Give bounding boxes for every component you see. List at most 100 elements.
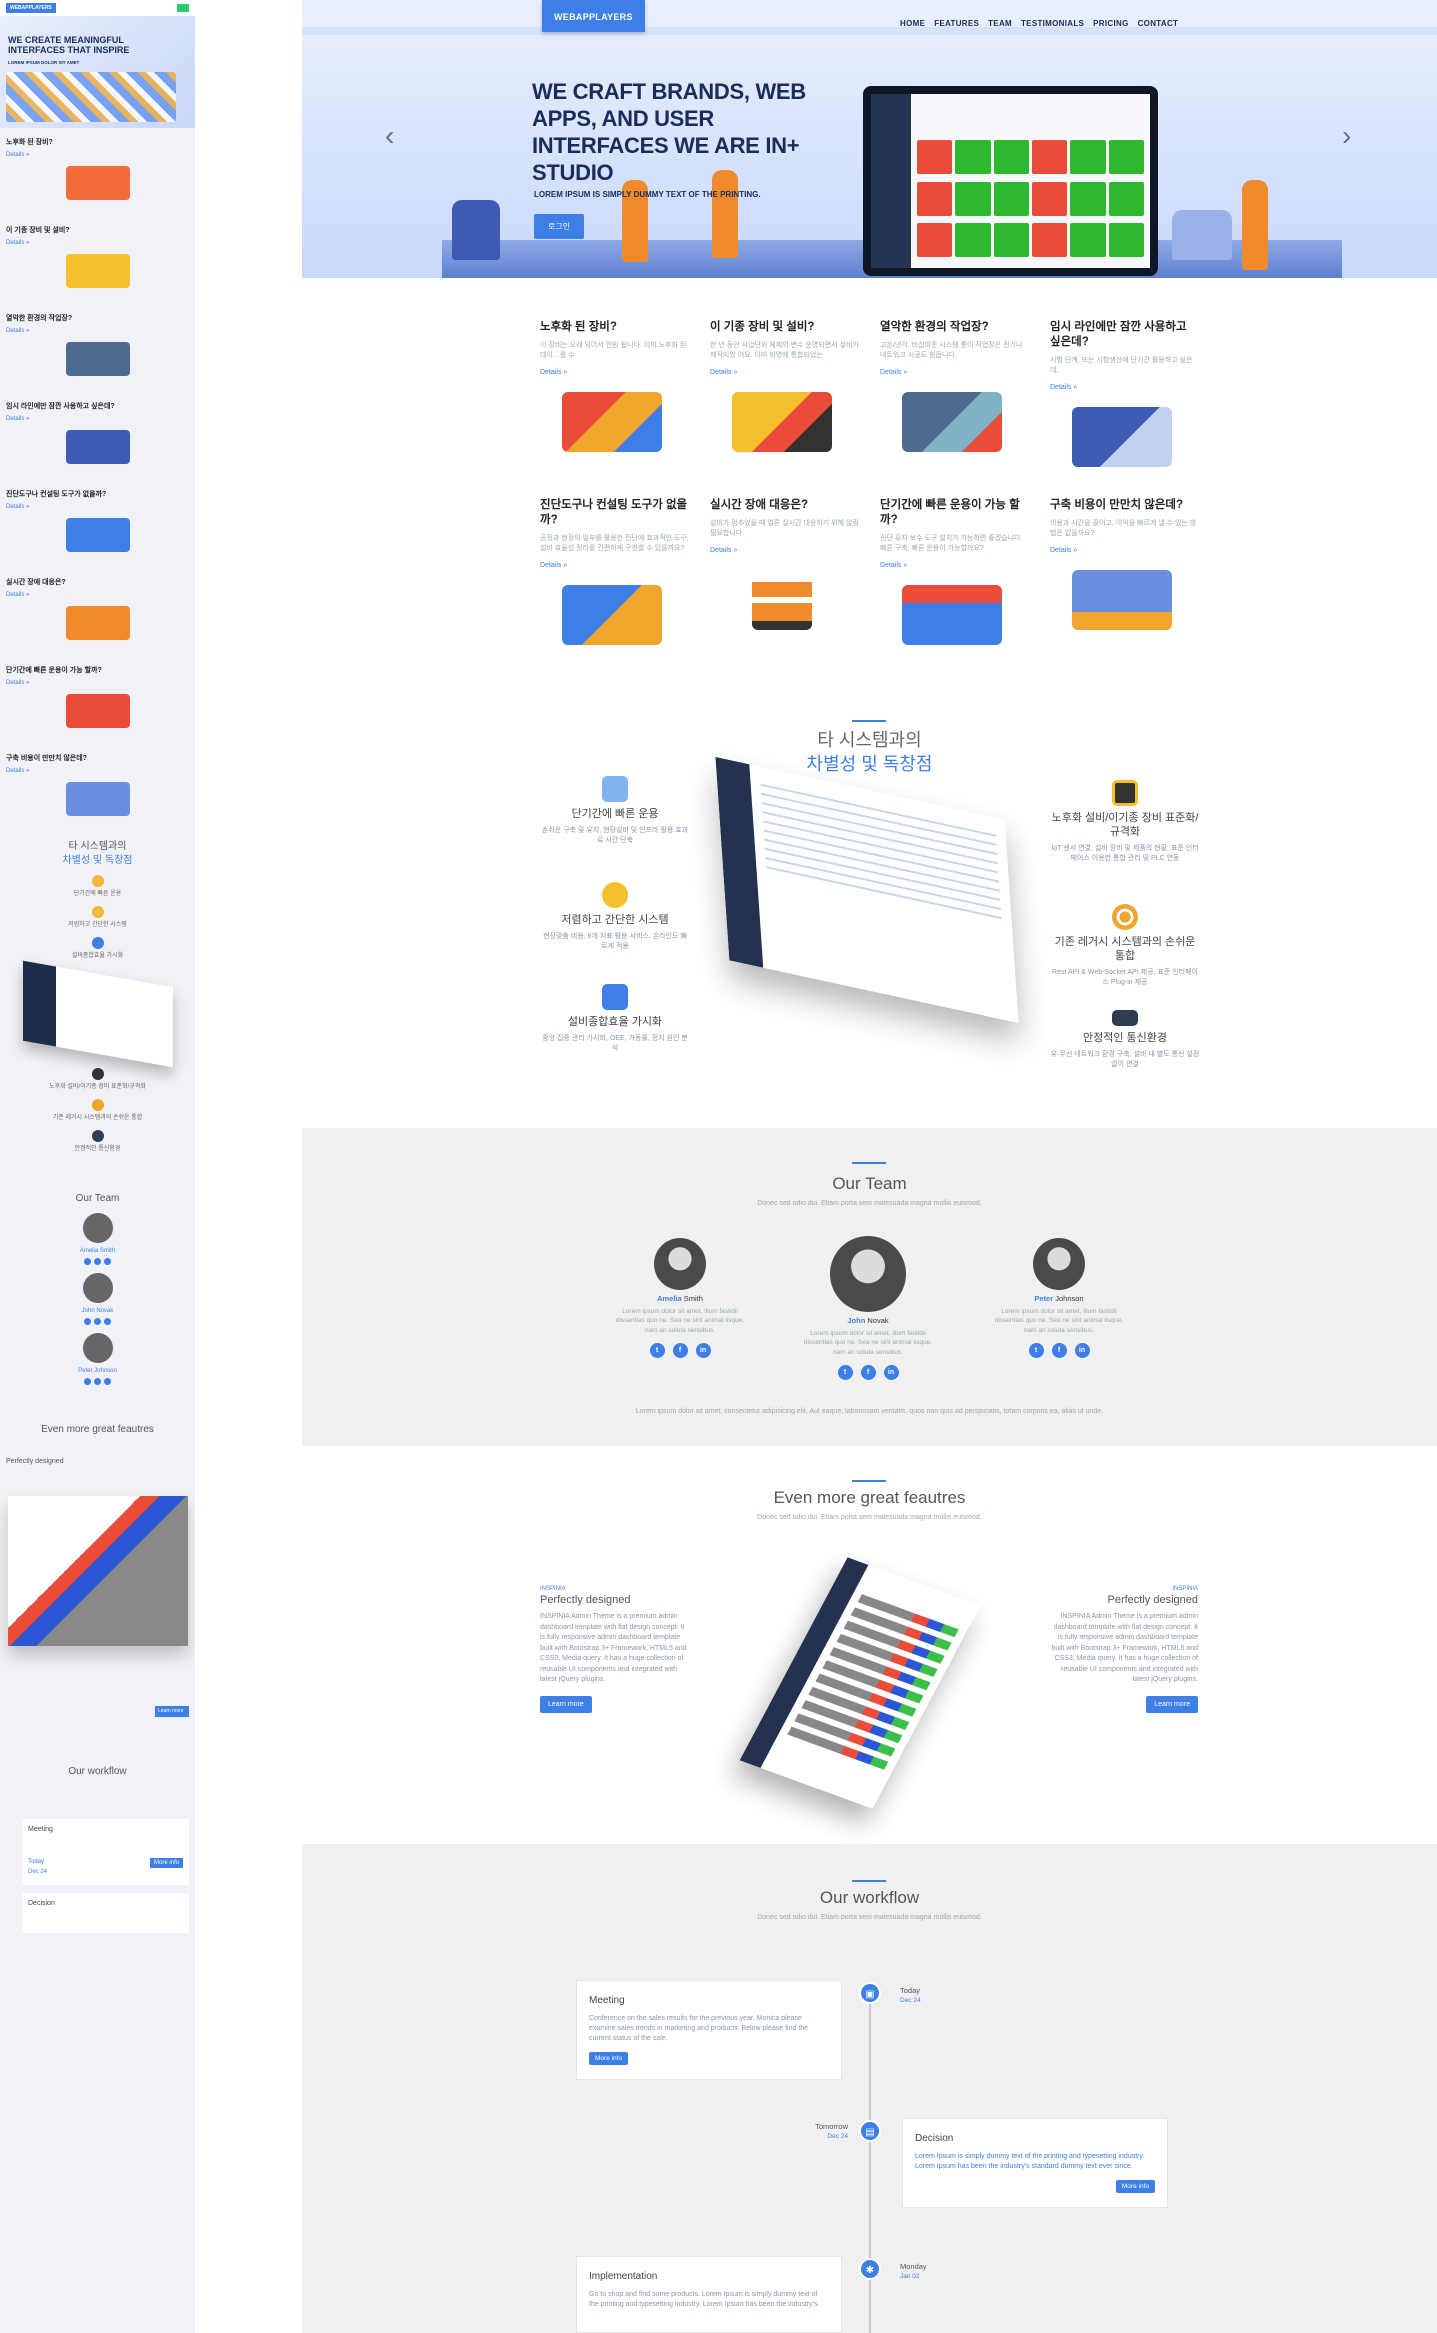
details-link[interactable]: Details »: [710, 369, 860, 376]
twitter-icon[interactable]: t: [649, 1343, 665, 1359]
laptop-illustration: [1072, 570, 1172, 631]
feature-desc: 한 년 동안 사업단위 체제의 변수 운영되면서 설비가 제작되었 어요. 이미…: [710, 341, 859, 360]
timeline-date: Tomorrow Dec 24: [798, 2122, 848, 2140]
nav-item-pricing[interactable]: PRICING: [1093, 19, 1128, 28]
status-tile: [917, 140, 953, 174]
learn-more-button[interactable]: Learn more: [1146, 1695, 1198, 1713]
avatar: [82, 1333, 113, 1364]
page: WEBAPPLAYERS WE CREATE MEANINGFUL INTERF…: [0, 0, 1437, 2333]
prev-arrow-icon[interactable]: ‹: [385, 120, 394, 152]
mobile-feature-title: 이 기종 장비 및 설비?: [6, 227, 70, 234]
hamburger-icon[interactable]: [177, 4, 189, 12]
facebook-icon[interactable]: f: [672, 1343, 688, 1359]
feature-desc: 공정과 현장의 일부를 활용한 진단에 효과적인 도구, 설비 효율성 정리를 …: [540, 534, 689, 553]
nav-item-testimonials[interactable]: TESTIMONIALS: [1021, 19, 1084, 28]
mobile-member: Peter Johnson: [0, 1333, 195, 1386]
twitter-icon[interactable]: t: [1028, 1343, 1044, 1359]
member-last-name: Johnson: [1055, 1294, 1084, 1303]
mobile-member: John Novak: [0, 1273, 195, 1326]
details-link[interactable]: Details »: [880, 562, 1030, 569]
nav-item-home[interactable]: HOME: [900, 19, 925, 28]
brand-logo[interactable]: WEBAPPLAYERS: [542, 0, 645, 32]
feature-desc: 비용과 시간을 줄이고, 이익을 빠르게 낼 수 있는 방법은 없을까요?: [1050, 519, 1197, 538]
facebook-icon[interactable]: [94, 1378, 101, 1386]
linkedin-icon[interactable]: in: [1074, 1343, 1090, 1359]
twitter-icon[interactable]: [84, 1318, 91, 1326]
social-links: t f in: [610, 1343, 750, 1359]
feature-card: 이 기종 장비 및 설비? 한 년 동안 사업단위 체제의 변수 운영되면서 설…: [710, 320, 860, 453]
feature-column-title: Perfectly designed: [1107, 1594, 1199, 1606]
member-last-name: Novak: [867, 1316, 889, 1325]
mobile-learn-button[interactable]: Learn more: [155, 1706, 189, 1718]
nav-item-features[interactable]: FEATURES: [934, 19, 979, 28]
chart-icon: [602, 984, 628, 1010]
mobile-logo[interactable]: WEBAPPLAYERS: [6, 2, 56, 14]
mobile-details-link[interactable]: Details »: [6, 592, 29, 598]
details-link[interactable]: Details »: [1050, 384, 1200, 391]
mobile-feature-illustration: [65, 781, 130, 816]
status-tile: [1108, 181, 1144, 216]
more-info-button[interactable]: More info: [1115, 2180, 1155, 2194]
mobile-feature-illustration: [65, 253, 130, 288]
facebook-icon[interactable]: f: [860, 1365, 876, 1381]
timeline-card-desc: Conference on the sales results for the …: [589, 2015, 809, 2043]
facebook-icon[interactable]: f: [1051, 1343, 1067, 1359]
status-tile: [955, 140, 991, 174]
mobile-details-link[interactable]: Details »: [6, 416, 29, 422]
twitter-icon[interactable]: t: [837, 1365, 853, 1381]
mobile-feature-title: 열악한 환경의 작업장?: [6, 315, 73, 322]
linkedin-icon[interactable]: in: [695, 1343, 711, 1359]
details-link[interactable]: Details »: [880, 369, 1030, 376]
diff-item: 기존 레거시 시스템과의 손쉬운 통합 Rest API & Web-Socket…: [1050, 904, 1200, 989]
mobile-mini-item: 노후화 설비/이기종 장비 표준화/규격화: [0, 1068, 195, 1091]
chip-icon: [91, 1068, 104, 1081]
linkedin-icon[interactable]: [104, 1258, 111, 1266]
learn-more-button[interactable]: Learn more: [540, 1695, 592, 1713]
timeline-when: Tomorrow: [815, 2122, 848, 2131]
details-link[interactable]: Details »: [1050, 547, 1200, 554]
twitter-icon[interactable]: [84, 1378, 91, 1386]
mobile-details-link[interactable]: Details »: [6, 240, 29, 246]
facebook-icon[interactable]: [94, 1318, 101, 1326]
mobile-mini-label: 저렴하고 간단한 시스템: [68, 922, 127, 929]
diff-item-desc: Rest API & Web-Socket API 제공, 표준 인터페이스 P…: [1052, 968, 1198, 987]
mobile-details-link[interactable]: Details »: [6, 152, 29, 158]
diff-item-title: 노후화 설비/이기종 장비 표준화/규격화: [1051, 812, 1199, 838]
status-tile: [955, 223, 991, 258]
next-arrow-icon[interactable]: ›: [1342, 120, 1351, 152]
feature-desc: 설비가 멈추었을 때 얼른 실시간 대응하기 위해 알림 필요합니다.: [710, 519, 859, 538]
status-tile: [993, 140, 1029, 174]
feature-column-desc: INSPINIA Admin Theme is a premium admin …: [1051, 1613, 1198, 1683]
mobile-wf-more-button[interactable]: More info: [149, 1857, 183, 1869]
linkedin-icon[interactable]: [104, 1318, 111, 1326]
details-link[interactable]: Details »: [540, 369, 690, 376]
timeline-date-value: Jan 02: [900, 2273, 920, 2280]
robot-arm-illustration: [732, 392, 832, 453]
mobile-feature-title: 실시간 장애 대응은?: [6, 579, 66, 586]
mobile-feature-section: 이 기종 장비 및 설비? Details »: [0, 216, 195, 304]
timeline-card-title: Meeting: [589, 1995, 625, 2006]
facebook-icon[interactable]: [94, 1258, 101, 1266]
mobile-feature-illustration: [65, 517, 130, 552]
timeline-line: [869, 1984, 871, 2333]
avatar: [82, 1273, 113, 1304]
diff-item-title: 단기간에 빠른 운용: [571, 808, 659, 820]
mobile-details-link[interactable]: Details »: [6, 328, 29, 334]
login-button[interactable]: 로그인: [534, 214, 585, 239]
timeline-card-desc: Go to shop and find some products. Lorem…: [589, 2291, 820, 2309]
twitter-icon[interactable]: [84, 1258, 91, 1266]
mobile-feature-section: 실시간 장애 대응은? Details »: [0, 568, 195, 656]
nav-item-contact[interactable]: CONTACT: [1138, 19, 1179, 28]
mobile-details-link[interactable]: Details »: [6, 504, 29, 510]
nav-item-team[interactable]: TEAM: [988, 19, 1012, 28]
mobile-mini-label: 설비종합효율 가시화: [71, 953, 124, 960]
details-link[interactable]: Details »: [710, 547, 860, 554]
linkedin-icon[interactable]: in: [883, 1365, 899, 1381]
status-tile: [993, 181, 1029, 216]
mobile-details-link[interactable]: Details »: [6, 680, 29, 686]
diff-section-title: 타 시스템과의 차별성 및 독창점: [302, 728, 1437, 776]
mobile-details-link[interactable]: Details »: [6, 768, 29, 774]
more-info-button[interactable]: More info: [589, 2052, 629, 2066]
details-link[interactable]: Details »: [540, 562, 690, 569]
linkedin-icon[interactable]: [104, 1378, 111, 1386]
